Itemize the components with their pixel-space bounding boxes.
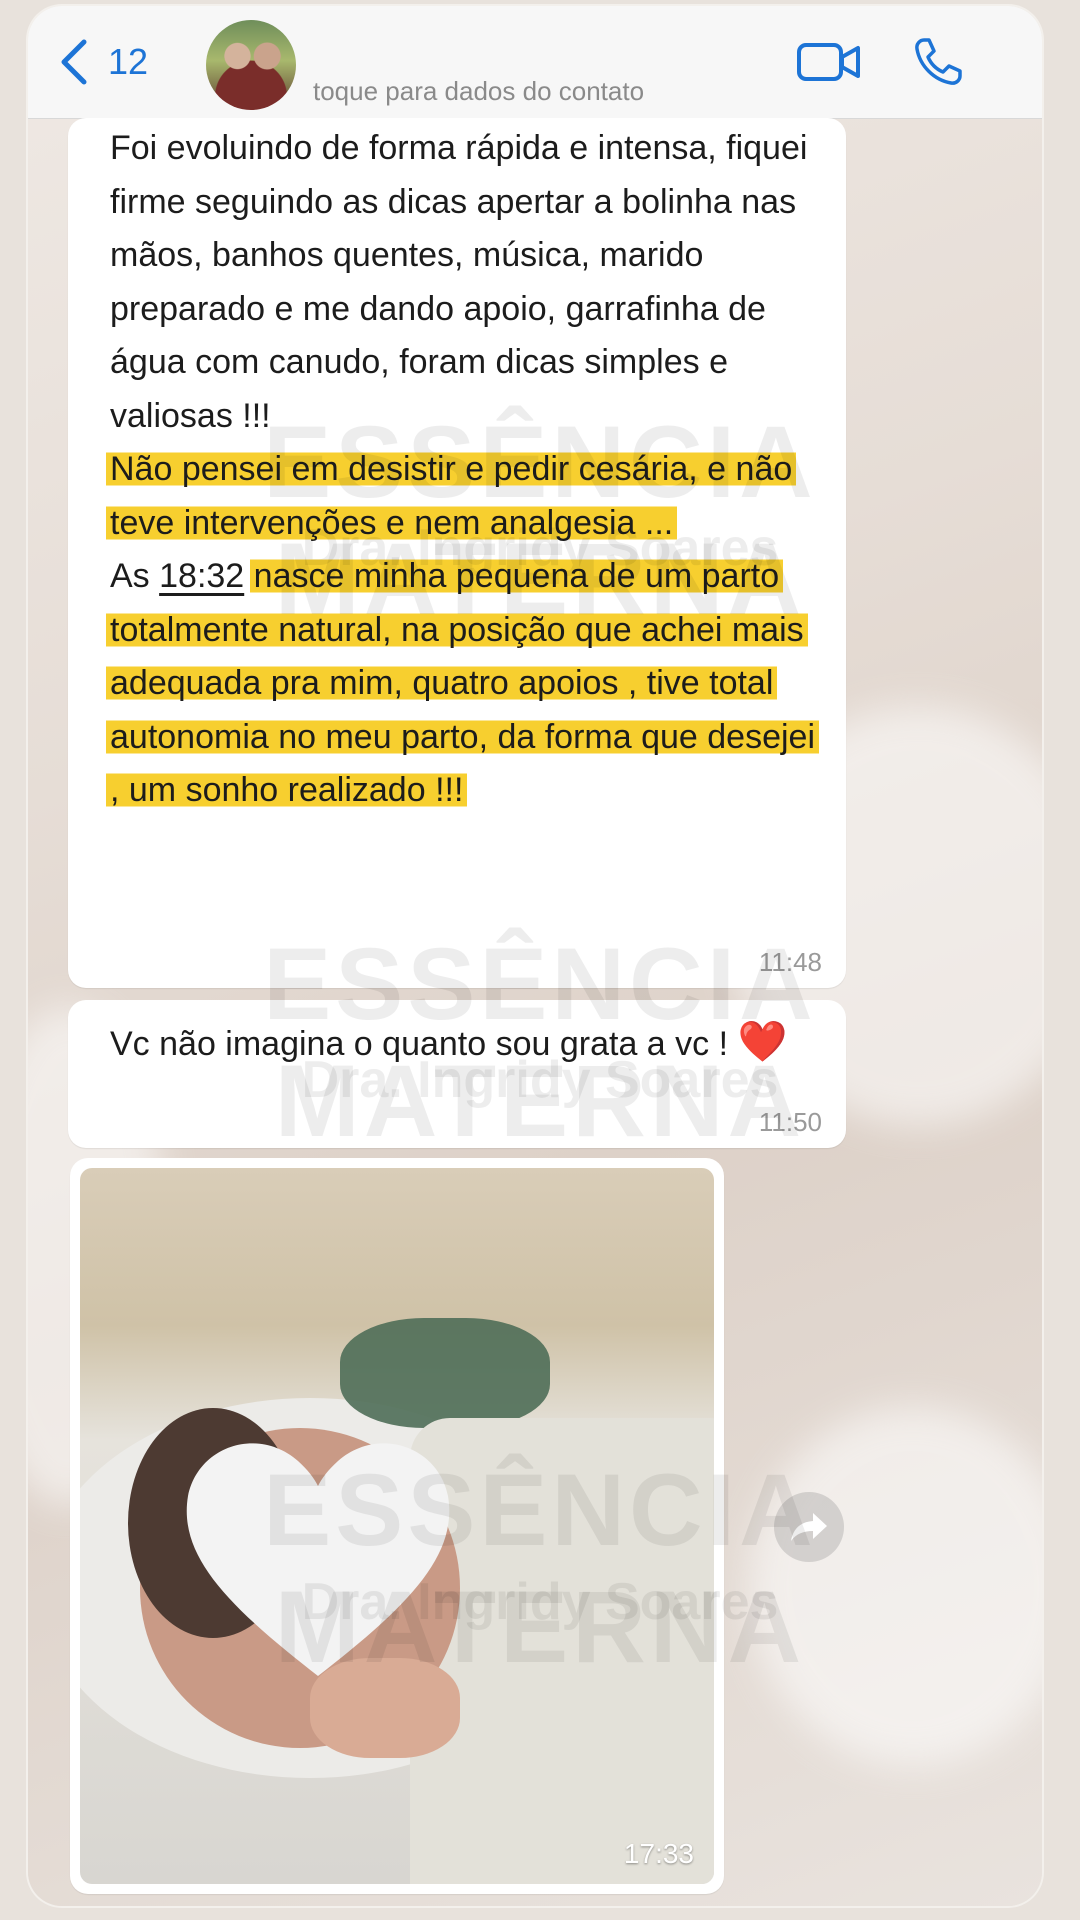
contact-info-hint[interactable]: toque para dados do contato [313, 76, 644, 107]
unread-count: 12 [108, 41, 149, 82]
message-text: Vc não imagina o quanto sou grata a vc !… [110, 1016, 830, 1071]
wallpaper-blob [748, 1406, 1042, 1766]
message-text-plain: Vc não imagina o quanto sou grata a vc ! [110, 1025, 738, 1063]
time-link[interactable]: 18:32 [159, 557, 244, 595]
video-call-icon[interactable] [796, 40, 862, 84]
contact-avatar[interactable] [206, 20, 296, 110]
heart-privacy-mask-icon [186, 1443, 450, 1676]
highlighted-text: Não pensei em desistir e pedir cesária, … [106, 450, 797, 542]
photo-timestamp: 17:33 [623, 1838, 694, 1869]
chat-screen: 12 toque para dados do contato Foi evolu… [28, 6, 1042, 1906]
message-text: Foi evoluindo de forma rápida e intensa,… [106, 122, 830, 818]
forward-arrow-icon [791, 1513, 827, 1541]
message-text-plain: As [110, 557, 160, 595]
forward-button[interactable] [774, 1492, 844, 1562]
photo-message[interactable]: 17:33 [70, 1158, 724, 1894]
message-timestamp: 11:48 [758, 947, 822, 977]
message-bubble[interactable]: Foi evoluindo de forma rápida e intensa,… [68, 118, 846, 988]
baby-photo[interactable]: 17:33 [80, 1168, 714, 1884]
heart-emoji: ❤️ [737, 1020, 788, 1064]
message-bubble[interactable]: Vc não imagina o quanto sou grata a vc !… [68, 1000, 846, 1148]
back-button[interactable]: 12 [58, 38, 148, 86]
message-timestamp: 11:50 [758, 1107, 822, 1137]
chevron-left-icon [61, 39, 87, 85]
message-text-plain: Foi evoluindo de forma rápida e intensa,… [110, 129, 808, 435]
phone-icon[interactable] [912, 36, 964, 88]
chat-header: 12 toque para dados do contato [28, 6, 1042, 119]
